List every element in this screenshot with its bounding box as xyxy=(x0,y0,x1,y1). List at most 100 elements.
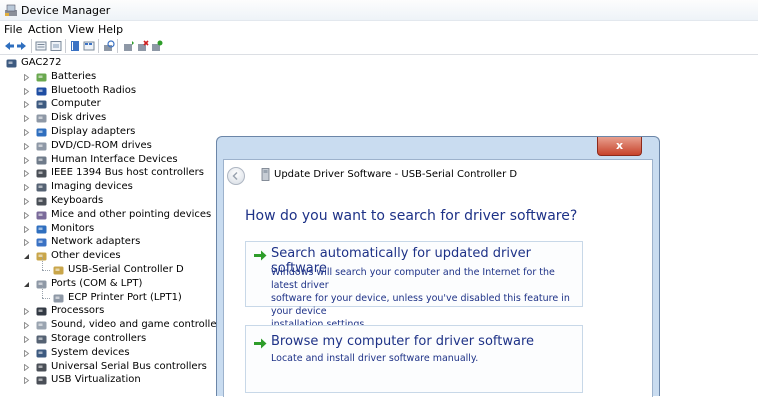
expand-arrow-icon[interactable] xyxy=(23,239,30,247)
storage-controller-icon xyxy=(36,335,47,344)
expand-arrow-icon[interactable] xyxy=(23,129,30,136)
tree-item-label: Mice and other pointing devices xyxy=(51,208,212,220)
window-title: Device Manager xyxy=(21,4,111,17)
printer-port-icon xyxy=(53,294,64,303)
expand-arrow-icon[interactable] xyxy=(23,211,30,219)
expand-arrow-icon[interactable] xyxy=(23,73,30,81)
computer-icon xyxy=(6,59,17,68)
display-adapter-icon xyxy=(36,128,47,137)
device-tree: GAC272 Batteries Bluetooth Radios Computer D… xyxy=(0,57,226,395)
imaging-device-icon xyxy=(36,183,47,192)
usb-icon xyxy=(36,363,47,372)
menu-view[interactable]: View xyxy=(68,23,94,36)
expand-arrow-icon[interactable] xyxy=(23,87,30,95)
show-hidden-icon[interactable] xyxy=(83,40,95,52)
device-icon xyxy=(261,168,270,181)
tree-item-label: USB-Serial Controller D xyxy=(68,264,184,275)
expand-arrow-icon[interactable] xyxy=(23,156,30,164)
expand-arrow-icon[interactable] xyxy=(23,198,30,205)
list-view-icon[interactable] xyxy=(50,40,62,52)
dialog-content: Update Driver Software - USB-Serial Cont… xyxy=(223,159,653,397)
option-description: Locate and install driver software manua… xyxy=(271,352,478,365)
tree-item-label: Network adapters xyxy=(51,236,141,248)
search-question: How do you want to search for driver sof… xyxy=(245,208,578,224)
expand-arrow-icon[interactable] xyxy=(23,101,30,109)
scan-hardware-icon[interactable] xyxy=(103,40,115,52)
tree-guide-line xyxy=(42,297,50,299)
tree-guide-line xyxy=(42,270,50,271)
tree-item-label: Computer xyxy=(51,98,101,110)
description-line: software for your device, unless you've … xyxy=(271,293,570,317)
tree-item-label: Human Interface Devices xyxy=(51,153,178,165)
tree-item-label: Keyboards xyxy=(51,195,104,206)
dvd-drive-icon xyxy=(36,142,47,151)
expand-arrow-icon[interactable] xyxy=(23,349,30,357)
tree-item-label: Disk drives xyxy=(51,112,107,124)
back-arrow-icon xyxy=(232,171,238,181)
expand-arrow-icon[interactable] xyxy=(23,363,30,371)
monitor-icon xyxy=(36,225,47,234)
tree-item-label: Display adapters xyxy=(51,126,136,137)
description-line: Locate and install driver software manua… xyxy=(271,353,479,364)
menu-file[interactable]: File xyxy=(4,23,22,36)
sound-icon xyxy=(36,321,47,330)
unknown-device-icon xyxy=(53,266,64,275)
tree-guide-line xyxy=(42,284,43,298)
collapse-arrow-icon[interactable] xyxy=(23,281,30,288)
menu-help[interactable]: Help xyxy=(98,23,123,36)
network-adapter-icon xyxy=(36,238,47,247)
tree-item-label: Imaging devices xyxy=(51,181,133,193)
disable-device-icon[interactable] xyxy=(151,40,163,52)
expand-arrow-icon[interactable] xyxy=(23,115,30,123)
help-book-icon[interactable] xyxy=(69,40,81,52)
disk-drive-icon xyxy=(36,114,47,123)
toolbar xyxy=(0,38,758,55)
green-arrow-icon xyxy=(254,250,267,261)
device-manager-icon xyxy=(5,4,17,16)
expand-arrow-icon[interactable] xyxy=(23,184,30,192)
collapse-arrow-icon[interactable] xyxy=(23,253,30,260)
properties-view-icon[interactable] xyxy=(35,40,47,52)
expand-arrow-icon[interactable] xyxy=(23,377,30,385)
tree-item-label: Universal Serial Bus controllers xyxy=(51,360,207,372)
tree-item-label: Processors xyxy=(51,305,105,317)
title-bar: Device Manager xyxy=(0,0,758,21)
back-button[interactable] xyxy=(227,167,245,185)
option-title: Browse my computer for driver software xyxy=(271,334,534,349)
search-automatically-option[interactable]: Search automatically for updated driver … xyxy=(245,241,583,330)
close-button[interactable]: x xyxy=(597,137,642,156)
tree-guide-line xyxy=(42,257,43,270)
system-devices-icon xyxy=(36,349,47,358)
keyboard-icon xyxy=(36,197,47,206)
expand-arrow-icon[interactable] xyxy=(23,336,30,343)
option-description: Windows will search your computer and th… xyxy=(271,266,582,331)
tree-item-label: Storage controllers xyxy=(51,333,147,344)
mouse-icon xyxy=(36,211,47,220)
usb-icon xyxy=(36,376,47,385)
expand-arrow-icon[interactable] xyxy=(23,225,30,233)
update-driver-dialog: x Update Driver Software - USB-Serial Co… xyxy=(216,136,660,397)
browse-computer-option[interactable]: Browse my computer for driver software L… xyxy=(245,325,583,393)
dialog-title: Update Driver Software - USB-Serial Cont… xyxy=(274,169,518,180)
ieee1394-icon xyxy=(36,169,47,178)
tree-item-label: Other devices xyxy=(51,250,121,262)
expand-arrow-icon[interactable] xyxy=(23,142,30,150)
hid-icon xyxy=(36,156,47,165)
tree-item-label: ECP Printer Port (LPT1) xyxy=(68,291,182,303)
expand-arrow-icon[interactable] xyxy=(23,322,30,330)
description-line: Windows will search your computer and th… xyxy=(271,267,555,291)
tree-item-label: Bluetooth Radios xyxy=(51,84,137,96)
expand-arrow-icon[interactable] xyxy=(23,308,30,316)
bluetooth-icon xyxy=(36,87,47,96)
expand-arrow-icon[interactable] xyxy=(23,170,30,178)
tree-item-label: Monitors xyxy=(51,222,95,234)
back-arrow-icon[interactable] xyxy=(3,40,15,52)
tree-item-label: Batteries xyxy=(51,70,97,82)
tree-item-label: System devices xyxy=(51,346,130,358)
update-driver-icon[interactable] xyxy=(123,40,135,52)
uninstall-icon[interactable] xyxy=(137,40,149,52)
tree-item-label: USB Virtualization xyxy=(51,374,141,386)
forward-arrow-icon[interactable] xyxy=(16,40,28,52)
tree-item-label: DVD/CD-ROM drives xyxy=(51,139,152,151)
menu-action[interactable]: Action xyxy=(28,23,62,36)
